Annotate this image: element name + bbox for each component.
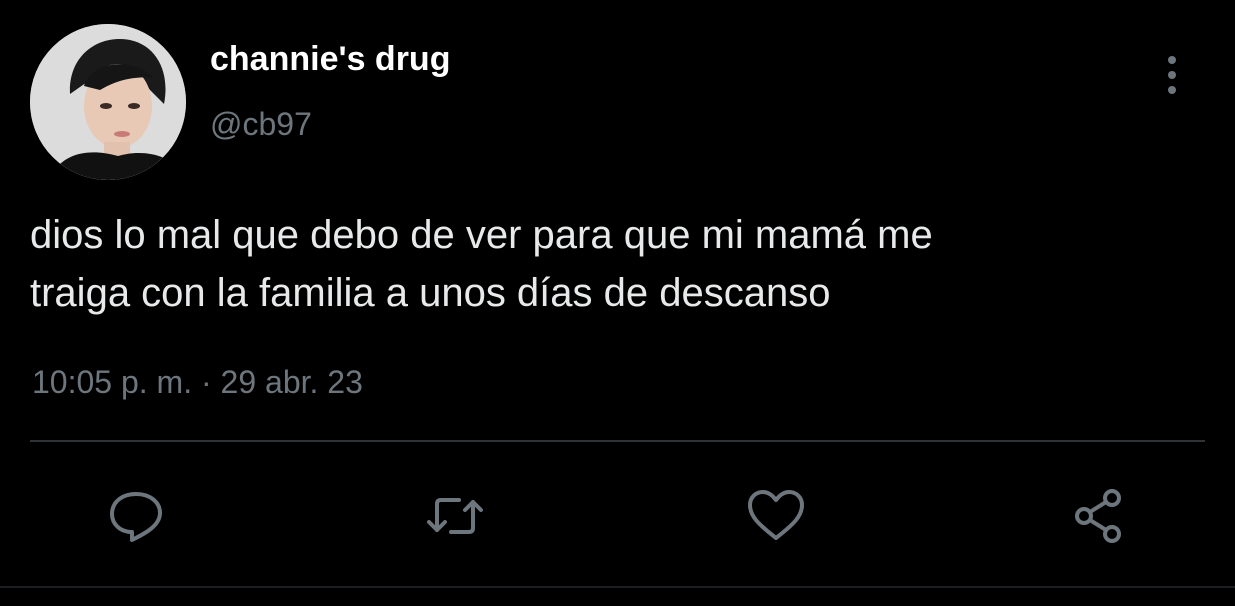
avatar[interactable] (30, 24, 186, 180)
reply-button[interactable] (106, 486, 166, 546)
bottom-divider (0, 586, 1235, 588)
more-options-button[interactable] (1152, 50, 1192, 100)
divider (30, 440, 1205, 442)
author-handle[interactable]: @cb97 (210, 106, 312, 143)
retweet-icon (427, 498, 483, 534)
reply-icon (110, 492, 162, 542)
tweet-text-line: traiga con la familia a unos días de des… (30, 271, 831, 315)
heart-icon (748, 490, 804, 540)
share-icon (1075, 489, 1121, 543)
tweet-text: dios lo mal que debo de ver para que mi … (30, 206, 1200, 322)
tweet-text-line: dios lo mal que debo de ver para que mi … (30, 213, 933, 257)
author-display-name[interactable]: channie's drug (210, 40, 450, 79)
share-button[interactable] (1068, 486, 1128, 546)
retweet-button[interactable] (425, 486, 485, 546)
avatar-photo (30, 24, 186, 180)
more-vertical-icon (1168, 56, 1176, 94)
tweet-timestamp[interactable]: 10:05 p. m. · 29 abr. 23 (32, 364, 363, 401)
like-button[interactable] (746, 486, 806, 546)
